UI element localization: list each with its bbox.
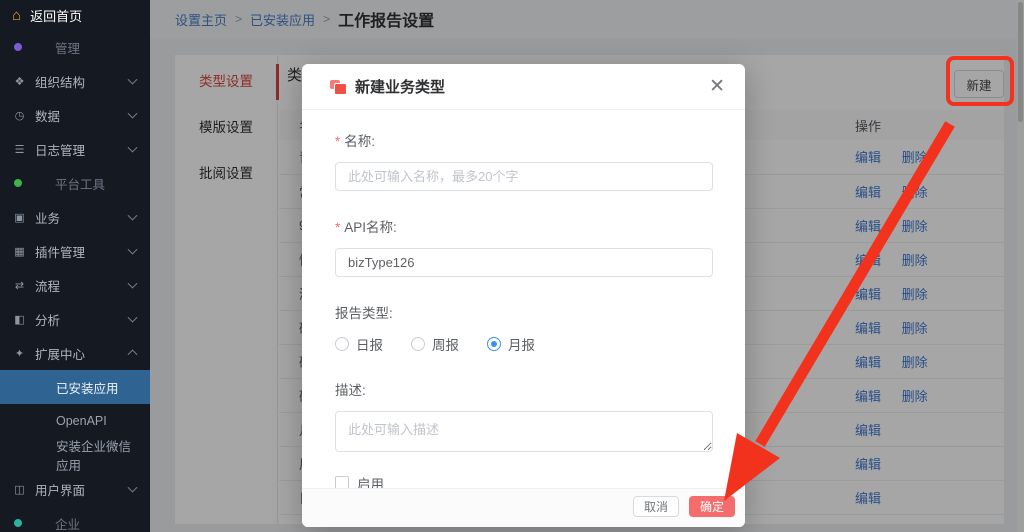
required-mark: * [335, 220, 340, 235]
sidebar-item-label: 企业 [55, 514, 80, 532]
org-structure-icon: ❖ [12, 75, 27, 88]
sidebar-item-label: 数据 [35, 106, 60, 125]
home-label: 返回首页 [30, 6, 82, 25]
sidebar-item-label: 插件管理 [35, 242, 85, 261]
sidebar-item-label: 已安装应用 [56, 378, 119, 397]
cancel-button[interactable]: 取消 [633, 496, 679, 517]
name-input[interactable] [335, 162, 713, 191]
desc-field-label: 描述: [335, 379, 713, 399]
plugin-manage-icon: ▦ [12, 245, 27, 258]
data-icon: ◷ [12, 109, 27, 122]
chevron-icon [128, 483, 138, 493]
sidebar-home-link[interactable]: ⌂ 返回首页 [0, 0, 150, 30]
chevron-icon [128, 245, 138, 255]
sidebar-item-label: 组织结构 [35, 72, 85, 91]
sidebar-item-label: 平台工具 [55, 174, 105, 193]
radio-icon [487, 337, 501, 351]
required-mark: * [335, 134, 340, 149]
report-type-radio[interactable]: 月报 [487, 334, 535, 354]
radio-icon [411, 337, 425, 351]
sidebar-item[interactable]: ⇄ 流程 [0, 268, 150, 302]
chevron-icon [128, 75, 138, 85]
extension-center-icon: ✦ [12, 347, 27, 360]
enable-label: 启用 [357, 473, 384, 488]
radio-label: 周报 [432, 334, 459, 354]
sidebar-item-label: OpenAPI [56, 414, 107, 428]
sidebar-item[interactable]: OpenAPI [0, 404, 150, 438]
report-type-label: 报告类型: [335, 302, 713, 322]
sidebar-item[interactable]: ▦ 插件管理 [0, 234, 150, 268]
chevron-icon [128, 109, 138, 119]
sidebar-item-label: 分析 [35, 310, 60, 329]
radio-label: 月报 [508, 334, 535, 354]
log-manage-icon: ☰ [12, 143, 27, 156]
sidebar-item[interactable]: ❖ 组织结构 [0, 64, 150, 98]
radio-icon [335, 337, 349, 351]
home-icon: ⌂ [12, 8, 21, 23]
confirm-button[interactable]: 确定 [689, 496, 735, 517]
chevron-icon [128, 143, 138, 153]
sidebar-item[interactable]: ✦ 扩展中心 [0, 336, 150, 370]
sidebar-item[interactable]: ☰ 日志管理 [0, 132, 150, 166]
chevron-icon [128, 279, 138, 289]
sidebar-item[interactable]: 安装企业微信应用 [0, 438, 150, 472]
sidebar-item-label: 流程 [35, 276, 60, 295]
sidebar-item[interactable]: 企业 [0, 506, 150, 532]
sidebar-item[interactable]: ◫ 用户界面 [0, 472, 150, 506]
sidebar-item-label: 用户界面 [35, 480, 85, 499]
report-type-radio[interactable]: 日报 [335, 334, 383, 354]
chevron-icon [128, 313, 138, 323]
group-dot-icon [14, 519, 22, 527]
sidebar-item-label: 扩展中心 [35, 344, 85, 363]
sidebar-item[interactable]: ◧ 分析 [0, 302, 150, 336]
sidebar-item[interactable]: ▣ 业务 [0, 200, 150, 234]
dialog-body: * 名称: * API名称: 报告类型: 日报 周报 月报 [302, 110, 745, 488]
sidebar-item-label: 管理 [55, 38, 80, 57]
sidebar-item-label: 安装企业微信应用 [56, 436, 138, 474]
checkbox-icon [335, 476, 349, 488]
chevron-icon [128, 349, 138, 359]
report-type-radio[interactable]: 周报 [411, 334, 459, 354]
sidebar-item[interactable]: 平台工具 [0, 166, 150, 200]
sidebar-item-label: 日志管理 [35, 140, 85, 159]
user-interface-icon: ◫ [12, 483, 27, 496]
analysis-icon: ◧ [12, 313, 27, 326]
dialog-footer: 取消 确定 [302, 488, 745, 527]
sidebar-item[interactable]: 管理 [0, 30, 150, 64]
chevron-icon [128, 211, 138, 221]
sidebar-menu: 管理 ❖ 组织结构 ◷ 数据 ☰ 日志管理 平台工具 ▣ 业务 [0, 30, 150, 532]
group-dot-icon [14, 43, 22, 51]
dialog-title: 新建业务类型 [355, 76, 445, 97]
name-field-label: 名称: [344, 134, 375, 149]
api-field-label: API名称: [344, 220, 397, 235]
desc-textarea[interactable] [335, 411, 713, 452]
sidebar: ⌂ 返回首页 管理 ❖ 组织结构 ◷ 数据 ☰ 日志管理 平台工具 [0, 0, 150, 532]
flow-icon: ⇄ [12, 279, 27, 292]
business-icon: ▣ [12, 211, 27, 224]
enable-checkbox[interactable]: 启用 [335, 473, 713, 488]
close-icon[interactable]: ✕ [709, 77, 725, 96]
group-dot-icon [14, 179, 22, 187]
sidebar-item[interactable]: ◷ 数据 [0, 98, 150, 132]
api-name-input[interactable] [335, 248, 713, 277]
sidebar-item[interactable]: 已安装应用 [0, 370, 150, 404]
radio-label: 日报 [356, 334, 383, 354]
dialog-copy-icon [330, 80, 345, 93]
sidebar-item-label: 业务 [35, 208, 60, 227]
new-business-type-dialog: 新建业务类型 ✕ * 名称: * API名称: 报告类型: 日报 周报 [302, 64, 745, 527]
